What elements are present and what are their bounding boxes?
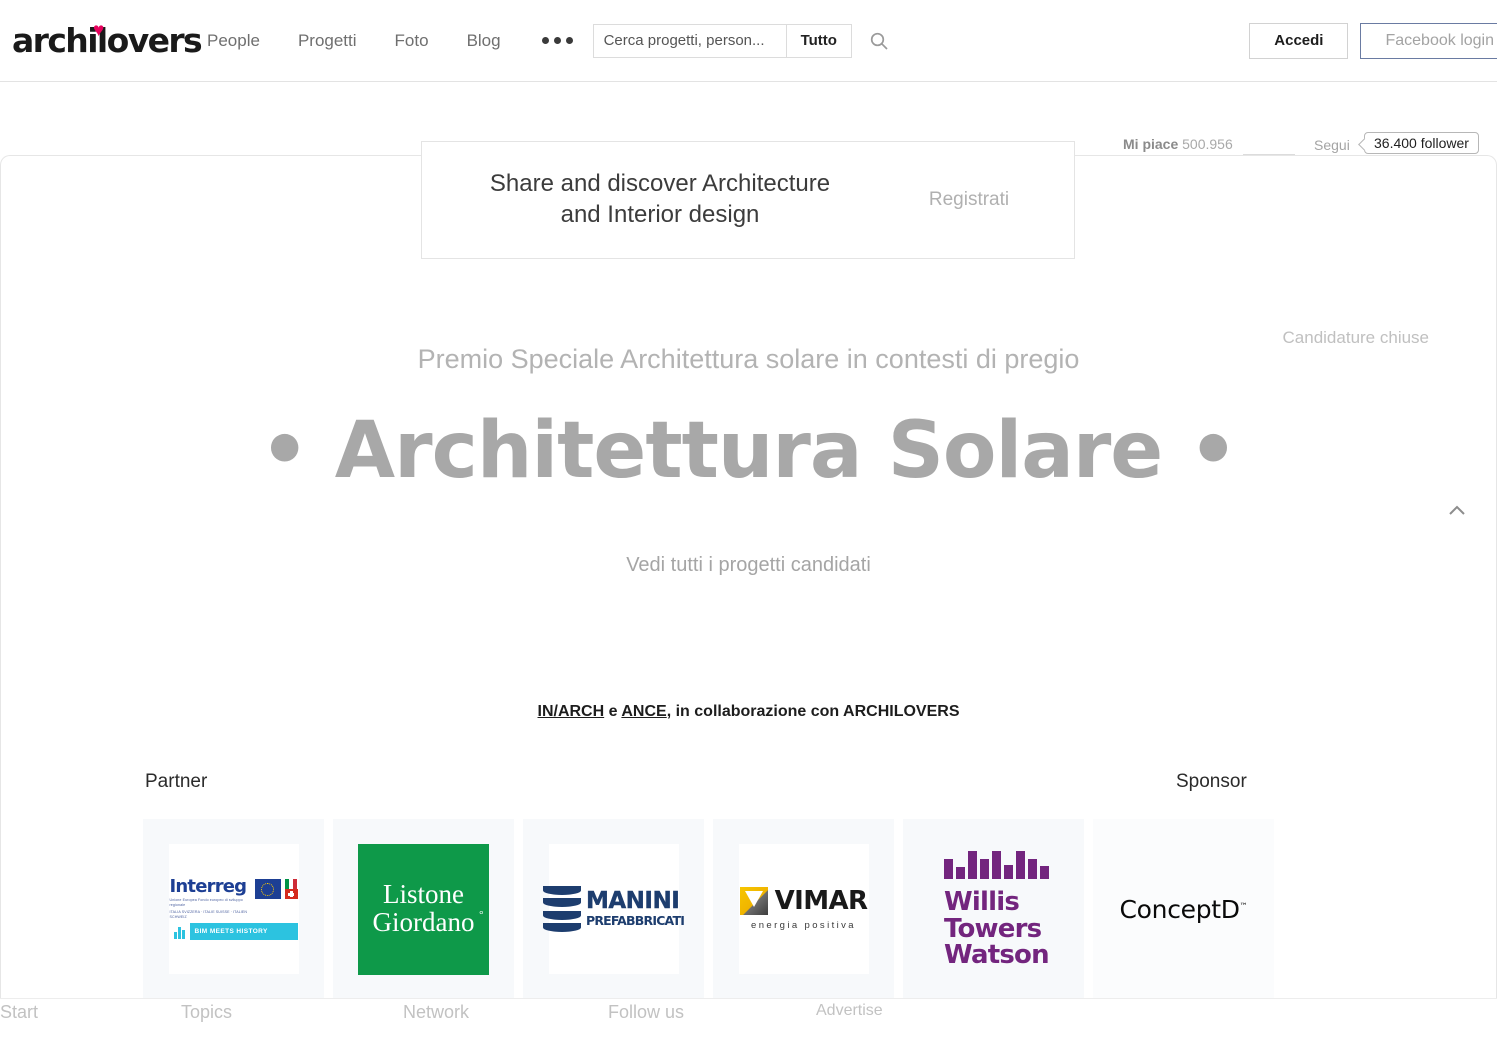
interreg-wordmark-block: Interreg Unione Europea Fondo europeo di… <box>170 878 252 919</box>
like-label: Mi piace <box>1123 136 1179 152</box>
manini-logo-frame: MANINI PREFABBRICATI <box>542 844 685 974</box>
heart-icon: ♥ <box>93 19 105 41</box>
wtw-mark-icon <box>944 849 1049 880</box>
footer-columns: Start Topics Network Follow us Advertise <box>0 999 1497 1023</box>
wtw-line-3: Watson <box>944 940 1050 971</box>
vimar-tagline: energia positiva <box>751 920 856 931</box>
manini-wordmark: MANINI <box>585 888 680 915</box>
interreg-subtext-1: Unione Europea Fondo europeo di sviluppo… <box>169 898 243 908</box>
partner-logo-interreg[interactable]: Interreg Unione Europea Fondo europeo di… <box>143 819 324 999</box>
sponsor-logo-conceptd[interactable]: ConceptD™ <box>1093 819 1274 999</box>
manini-logo: MANINI PREFABBRICATI <box>542 886 685 932</box>
listone-line-2: Giordano <box>373 908 484 937</box>
footer-col-network[interactable]: Network <box>403 1002 608 1023</box>
switzerland-flag-icon <box>284 889 298 900</box>
nav-item-foto[interactable]: Foto <box>376 31 448 51</box>
italy-flag-icon <box>284 879 298 890</box>
auth-buttons: Accedi Facebook login <box>1249 22 1497 59</box>
search-icon[interactable] <box>868 30 890 52</box>
conceptd-logo: ConceptD™ <box>1120 895 1248 924</box>
conceptd-trademark: ™ <box>1239 901 1248 911</box>
overlay-line-2: and Interior design <box>560 201 760 228</box>
ellipsis-icon[interactable] <box>541 37 573 44</box>
search-box: Tutto <box>592 23 852 58</box>
inarch-link[interactable]: IN/ARCH <box>538 703 605 720</box>
partner-logo-manini[interactable]: MANINI PREFABBRICATI <box>523 819 704 999</box>
follow-label[interactable]: Segui <box>1314 137 1350 153</box>
like-count: 500.956 <box>1182 136 1233 152</box>
search-input[interactable] <box>593 24 786 57</box>
conceptd-wordmark: ConceptD <box>1119 894 1241 924</box>
interreg-project-banner: BIM MEETS HISTORY <box>169 922 298 940</box>
nav-item-people[interactable]: People <box>188 31 279 51</box>
main-nav: People Progetti Foto Blog <box>188 31 587 51</box>
vimar-mark-icon <box>739 887 768 915</box>
interreg-logo: Interreg Unione Europea Fondo europeo di… <box>169 878 298 940</box>
collab-rest: , in collaborazione con ARCHILOVERS <box>666 703 960 720</box>
partner-logo-listone-giordano[interactable]: Listone Giordano <box>333 819 514 999</box>
partner-logo-willis-towers-watson[interactable]: Willis Towers Watson <box>903 819 1084 999</box>
signup-overlay-modal: Share and discover Architecture and Inte… <box>421 141 1075 259</box>
overlay-line-1: Share and discover Architecture <box>489 170 831 198</box>
site-logo[interactable]: archilovers ♥ <box>12 19 203 61</box>
manini-tagline: PREFABBRICATI <box>585 913 685 929</box>
eu-flag-icon <box>255 879 281 900</box>
site-footer: Start Topics Network Follow us Advertise <box>0 998 1497 1058</box>
nav-item-progetti[interactable]: Progetti <box>279 31 376 51</box>
wtw-logo: Willis Towers Watson <box>938 849 1050 971</box>
footer-col-follow-us[interactable]: Follow us <box>608 1002 816 1023</box>
footer-col-advertise[interactable]: Advertise <box>816 1002 883 1020</box>
top-navigation-bar: archilovers ♥ People Progetti Foto Blog … <box>0 0 1497 82</box>
overlay-message: Share and discover Architecture and Inte… <box>422 169 864 230</box>
vimar-wordmark: VIMAR <box>774 886 868 916</box>
interreg-wordmark: Interreg <box>169 876 248 898</box>
page-subtitle: Premio Speciale Architettura solare in c… <box>417 344 1080 374</box>
footer-col-topics[interactable]: Topics <box>181 1002 403 1023</box>
listone-line-1: Listone <box>383 879 464 910</box>
sponsor-section-label: Sponsor <box>1176 771 1247 792</box>
vimar-logo-frame: VIMAR energia positiva <box>738 844 869 974</box>
register-button[interactable]: Registrati <box>864 189 1074 211</box>
country-flags <box>284 879 298 900</box>
interreg-subtext-2: ITALIA SVIZZERA · ITALIE SUISSE · ITALIE… <box>169 910 248 919</box>
vimar-logo: VIMAR energia positiva <box>739 886 868 931</box>
wtw-line-1: Willis <box>944 887 1020 918</box>
page-title: • Architettura Solare • <box>259 406 1238 496</box>
search-scope-selector[interactable]: Tutto <box>785 24 851 57</box>
search-area: Tutto <box>592 23 890 58</box>
collab-conjunction: e <box>604 703 622 720</box>
award-page-card: Home R i Candidati Candidature chiuse Pr… <box>0 155 1497 999</box>
building-icon <box>169 922 190 940</box>
wtw-line-2: Towers <box>944 913 1042 944</box>
view-all-projects-link[interactable]: Vedi tutti i progetti candidati <box>1 554 1496 577</box>
manini-mark-icon <box>542 886 581 932</box>
partner-logo-grid: Interreg Unione Europea Fondo europeo di… <box>143 819 1274 999</box>
facebook-like-stat: Mi piace 500.956 <box>1123 136 1233 152</box>
footer-col-start[interactable]: Start <box>0 1002 181 1023</box>
listone-giordano-logo: Listone Giordano <box>358 843 489 975</box>
manini-text-block: MANINI PREFABBRICATI <box>585 888 685 929</box>
interreg-logo-frame: Interreg Unione Europea Fondo europeo di… <box>168 844 299 974</box>
facebook-login-button[interactable]: Facebook login <box>1360 22 1497 59</box>
collaboration-line: IN/ARCH e ANCE, in collaborazione con AR… <box>1 703 1496 721</box>
vimar-top-row: VIMAR <box>739 886 868 916</box>
login-button[interactable]: Accedi <box>1249 22 1349 59</box>
interreg-banner-text: BIM MEETS HISTORY <box>194 927 268 935</box>
nav-item-blog[interactable]: Blog <box>448 31 520 51</box>
follower-count-bubble: 36.400 follower <box>1364 132 1479 154</box>
interreg-top-row: Interreg Unione Europea Fondo europeo di… <box>170 878 298 919</box>
partner-logo-vimar[interactable]: VIMAR energia positiva <box>713 819 894 999</box>
partner-section-label: Partner <box>145 771 208 792</box>
ance-link[interactable]: ANCE <box>621 703 666 720</box>
chevron-up-icon[interactable] <box>1442 496 1472 526</box>
